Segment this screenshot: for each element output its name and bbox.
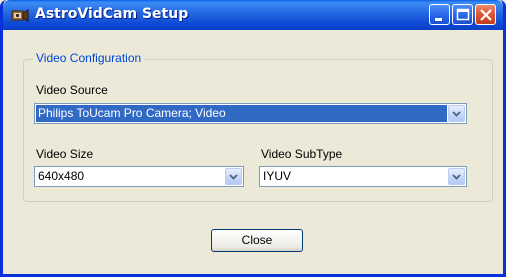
minimize-button[interactable] [429,4,450,25]
video-source-select[interactable]: Philips ToUcam Pro Camera; Video [34,103,467,124]
close-window-button[interactable] [475,4,496,25]
video-size-select[interactable]: 640x480 [34,166,244,187]
video-source-value: Philips ToUcam Pro Camera; Video [36,105,447,122]
video-size-dropdown-button[interactable] [225,168,242,185]
setup-window: AstroVidCam Setup Video Configuration Vi… [0,0,506,277]
video-subtype-label: Video SubType [261,147,343,161]
title-bar[interactable]: AstroVidCam Setup [3,0,503,30]
video-subtype-value: IYUV [263,169,292,183]
video-subtype-dropdown-button[interactable] [448,168,465,185]
maximize-button[interactable] [452,4,473,25]
chevron-down-icon [452,111,461,117]
video-source-dropdown-button[interactable] [448,105,465,122]
video-subtype-select[interactable]: IYUV [259,166,467,187]
video-source-label: Video Source [36,83,108,97]
window-title: AstroVidCam Setup [35,6,189,22]
chevron-down-icon [229,174,238,180]
close-button[interactable]: Close [211,229,303,252]
camera-app-icon [11,7,29,23]
video-size-value: 640x480 [38,169,85,183]
group-title: Video Configuration [33,51,145,65]
chevron-down-icon [452,174,461,180]
video-size-label: Video Size [36,147,94,161]
